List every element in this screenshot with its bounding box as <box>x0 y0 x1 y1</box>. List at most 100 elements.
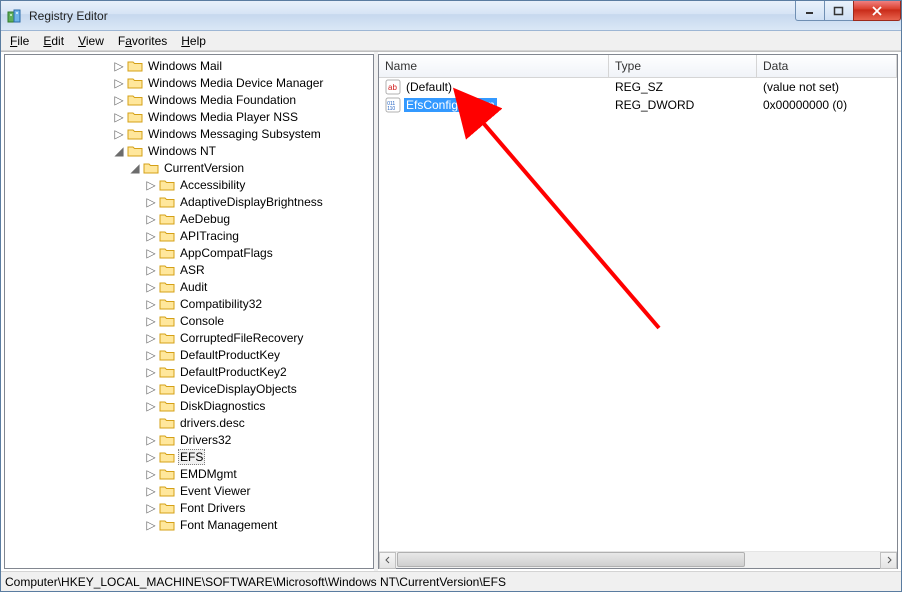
folder-icon <box>159 399 175 413</box>
list-body[interactable]: ab(Default)REG_SZ(value not set)011110Ef… <box>379 78 897 551</box>
menu-view[interactable]: View <box>71 32 111 50</box>
expand-icon[interactable]: ▷ <box>145 485 157 497</box>
svg-text:ab: ab <box>388 83 397 92</box>
folder-icon <box>143 161 159 175</box>
list-pane[interactable]: Name Type Data ab(Default)REG_SZ(value n… <box>378 54 898 569</box>
expand-icon[interactable]: ▷ <box>145 247 157 259</box>
column-header-data[interactable]: Data <box>757 55 897 77</box>
tree-node-adb[interactable]: ▷AdaptiveDisplayBrightness <box>145 193 373 210</box>
tree-node-defprodkey[interactable]: ▷DefaultProductKey <box>145 346 373 363</box>
content-area: ▷Windows Mail ▷Windows Media Device Mana… <box>1 51 901 571</box>
value-name: (Default) <box>404 80 454 94</box>
value-name: EfsConfiguration <box>404 98 497 112</box>
registry-tree[interactable]: ▷Windows Mail ▷Windows Media Device Mana… <box>5 57 373 533</box>
tree-node-accessibility[interactable]: ▷Accessibility <box>145 176 373 193</box>
expand-icon[interactable]: ▷ <box>113 111 125 123</box>
expand-icon[interactable]: ▷ <box>145 298 157 310</box>
menu-help[interactable]: Help <box>174 32 213 50</box>
expand-icon[interactable]: ▷ <box>113 128 125 140</box>
tree-node-audit[interactable]: ▷Audit <box>145 278 373 295</box>
tree-node-driversdesc[interactable]: drivers.desc <box>145 414 373 431</box>
folder-icon <box>159 314 175 328</box>
expand-icon[interactable]: ▷ <box>145 179 157 191</box>
tree-node-compat32[interactable]: ▷Compatibility32 <box>145 295 373 312</box>
expand-icon[interactable]: ▷ <box>145 519 157 531</box>
expand-icon[interactable]: ▷ <box>145 281 157 293</box>
folder-icon <box>159 484 175 498</box>
expand-icon[interactable]: ▷ <box>145 383 157 395</box>
expand-icon[interactable]: ▷ <box>145 434 157 446</box>
tree-node-drivers32[interactable]: ▷Drivers32 <box>145 431 373 448</box>
scroll-thumb[interactable] <box>397 552 745 567</box>
expand-icon[interactable]: ▷ <box>145 400 157 412</box>
tree-node[interactable]: ▷Windows Mail <box>113 57 373 74</box>
folder-icon <box>159 229 175 243</box>
tree-node-emdmgmt[interactable]: ▷EMDMgmt <box>145 465 373 482</box>
collapse-icon[interactable]: ◢ <box>113 145 125 157</box>
expand-icon[interactable]: ▷ <box>145 196 157 208</box>
folder-icon <box>159 297 175 311</box>
tree-node-asr[interactable]: ▷ASR <box>145 261 373 278</box>
folder-icon <box>159 212 175 226</box>
column-header-type[interactable]: Type <box>609 55 757 77</box>
folder-icon <box>159 416 175 430</box>
horizontal-scrollbar[interactable] <box>379 551 897 568</box>
menu-favorites[interactable]: Favorites <box>111 32 174 50</box>
maximize-button[interactable] <box>824 1 854 21</box>
tree-node-diskdiag[interactable]: ▷DiskDiagnostics <box>145 397 373 414</box>
expand-icon[interactable]: ▷ <box>145 332 157 344</box>
expand-icon[interactable]: ▷ <box>113 94 125 106</box>
title-bar[interactable]: Registry Editor <box>1 1 901 31</box>
folder-icon <box>127 93 143 107</box>
tree-node-eventviewer[interactable]: ▷Event Viewer <box>145 482 373 499</box>
expand-icon[interactable]: ▷ <box>145 468 157 480</box>
tree-node-appcompat[interactable]: ▷AppCompatFlags <box>145 244 373 261</box>
folder-icon <box>159 382 175 396</box>
minimize-button[interactable] <box>795 1 825 21</box>
folder-icon <box>127 144 143 158</box>
expand-icon[interactable]: ▷ <box>145 315 157 327</box>
collapse-icon[interactable]: ◢ <box>129 162 141 174</box>
tree-node-fontmgmt[interactable]: ▷Font Management <box>145 516 373 533</box>
column-header-name[interactable]: Name <box>379 55 609 77</box>
tree-node-corrupted[interactable]: ▷CorruptedFileRecovery <box>145 329 373 346</box>
expand-icon[interactable]: ▷ <box>145 366 157 378</box>
tree-node-devicedisp[interactable]: ▷DeviceDisplayObjects <box>145 380 373 397</box>
scroll-right-button[interactable] <box>880 552 897 569</box>
tree-node[interactable]: ▷Windows Media Device Manager <box>113 74 373 91</box>
tree-node-fontdrivers[interactable]: ▷Font Drivers <box>145 499 373 516</box>
expand-icon[interactable]: ▷ <box>145 213 157 225</box>
window-controls <box>796 1 901 21</box>
list-row[interactable]: ab(Default)REG_SZ(value not set) <box>379 78 897 96</box>
registry-editor-window: Registry Editor File Edit View Favorites… <box>0 0 902 592</box>
tree-node-currentversion[interactable]: ◢CurrentVersion <box>129 159 373 176</box>
tree-node-aedebug[interactable]: ▷AeDebug <box>145 210 373 227</box>
expand-icon[interactable]: ▷ <box>145 502 157 514</box>
menu-bar: File Edit View Favorites Help <box>1 31 901 51</box>
tree-node-defprodkey2[interactable]: ▷DefaultProductKey2 <box>145 363 373 380</box>
tree-node-console[interactable]: ▷Console <box>145 312 373 329</box>
expand-icon[interactable]: ▷ <box>113 60 125 72</box>
scroll-track[interactable] <box>396 552 880 569</box>
tree-node[interactable]: ▷Windows Media Player NSS <box>113 108 373 125</box>
list-header: Name Type Data <box>379 55 897 78</box>
expand-icon[interactable]: ▷ <box>145 230 157 242</box>
close-button[interactable] <box>853 1 901 21</box>
scroll-left-button[interactable] <box>379 552 396 569</box>
list-row[interactable]: 011110EfsConfigurationREG_DWORD0x0000000… <box>379 96 897 114</box>
tree-node-windows-nt[interactable]: ◢Windows NT <box>113 142 373 159</box>
tree-pane[interactable]: ▷Windows Mail ▷Windows Media Device Mana… <box>4 54 374 569</box>
tree-node-apitracing[interactable]: ▷APITracing <box>145 227 373 244</box>
binary-value-icon: 011110 <box>385 97 401 113</box>
window-title: Registry Editor <box>29 9 108 23</box>
menu-file[interactable]: File <box>3 32 36 50</box>
folder-icon <box>159 246 175 260</box>
menu-edit[interactable]: Edit <box>36 32 71 50</box>
tree-node[interactable]: ▷Windows Media Foundation <box>113 91 373 108</box>
expand-icon[interactable]: ▷ <box>145 349 157 361</box>
expand-icon[interactable]: ▷ <box>113 77 125 89</box>
tree-node-efs[interactable]: ▷EFS <box>145 448 373 465</box>
tree-node[interactable]: ▷Windows Messaging Subsystem <box>113 125 373 142</box>
expand-icon[interactable]: ▷ <box>145 451 157 463</box>
expand-icon[interactable]: ▷ <box>145 264 157 276</box>
